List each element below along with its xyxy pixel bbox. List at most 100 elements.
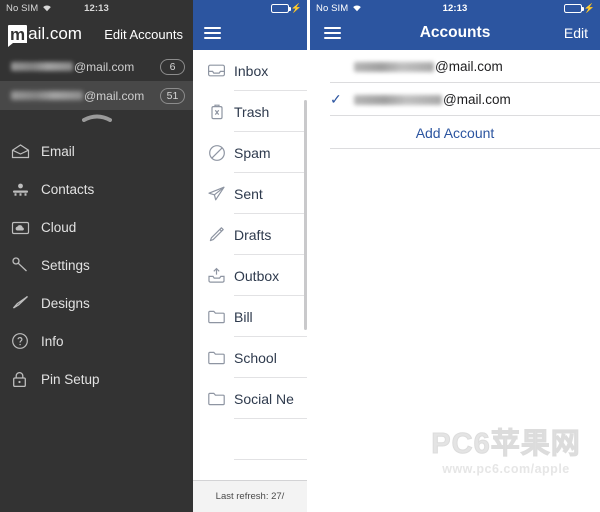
sidebar-item-info[interactable]: Info xyxy=(0,322,193,360)
drawer-account-email-2: @mail.com xyxy=(11,89,144,103)
folder-row-spam[interactable]: Spam xyxy=(193,132,307,173)
logo-wordmark: ail.com xyxy=(28,24,82,43)
contacts-icon xyxy=(11,182,41,197)
sidebar-item-label: Cloud xyxy=(41,219,77,235)
sidebar-item-cloud[interactable]: Cloud xyxy=(0,208,193,246)
folder-row-drafts[interactable]: Drafts xyxy=(193,214,307,255)
masked-username xyxy=(354,94,442,105)
folder-label: Bill xyxy=(234,308,253,325)
folder-label: Social Ne xyxy=(234,390,294,407)
folder-row-bill[interactable]: Bill xyxy=(193,296,307,337)
unread-badge: 6 xyxy=(160,58,185,75)
account-row-2[interactable]: ✓ @mail.com xyxy=(310,83,600,116)
status-time-right: 12:13 xyxy=(442,2,468,14)
folder-icon xyxy=(199,309,234,324)
status-time-left: 12:13 xyxy=(84,2,109,14)
folder-row-outbox[interactable]: Outbox xyxy=(193,255,307,296)
folder-label: Outbox xyxy=(234,267,280,284)
envelope-open-icon xyxy=(11,143,41,159)
sidebar-item-email[interactable]: Email xyxy=(0,132,193,170)
question-circle-icon xyxy=(11,332,41,350)
account-domain: @mail.com xyxy=(435,59,503,74)
folder-label: Trash xyxy=(234,103,270,120)
no-entry-icon xyxy=(199,144,234,162)
collapse-handle-icon[interactable] xyxy=(0,110,193,124)
last-refresh-footer: Last refresh: 27/ xyxy=(193,480,307,512)
drawer-nav-list: Email Contacts Cloud Settings Designs In… xyxy=(0,124,193,398)
masked-username xyxy=(11,62,73,71)
edit-accounts-button[interactable]: Edit Accounts xyxy=(104,27,183,42)
account-domain: @mail.com xyxy=(443,92,511,107)
account-row-1[interactable]: @mail.com xyxy=(310,50,600,83)
sidebar-item-label: Info xyxy=(41,333,64,349)
lock-icon xyxy=(11,371,41,388)
folder-label: Spam xyxy=(234,144,271,161)
inbox-icon xyxy=(199,63,234,78)
folder-label: Inbox xyxy=(234,62,269,79)
charging-bolt-icon: ⚡ xyxy=(290,2,302,13)
paper-plane-icon xyxy=(199,185,234,202)
folder-row-social-network[interactable]: Social Ne xyxy=(193,378,307,419)
mailcom-logo: m ail.com xyxy=(8,24,82,47)
page-title: Accounts xyxy=(419,24,491,41)
drawer-account-row-1[interactable]: @mail.com 6 xyxy=(0,52,193,81)
charging-bolt-icon: ⚡ xyxy=(583,2,595,13)
edit-button[interactable]: Edit xyxy=(564,25,588,41)
status-bar-right-group-mid: ⚡ xyxy=(270,0,302,16)
drawer-brand-bar: m ail.com Edit Accounts xyxy=(0,16,193,52)
battery-charging-icon xyxy=(563,3,584,13)
trash-icon xyxy=(199,103,234,120)
folder-label: Sent xyxy=(234,185,263,202)
sidebar-item-label: Designs xyxy=(41,295,90,311)
folder-icon xyxy=(199,391,234,406)
sidebar-item-label: Email xyxy=(41,143,75,159)
folder-row-empty xyxy=(193,419,307,460)
folder-icon xyxy=(199,350,234,365)
folder-label: Drafts xyxy=(234,226,272,243)
folder-list[interactable]: Inbox Trash Spam Sent Drafts Outbox Bill… xyxy=(193,50,307,512)
sidebar-item-designs[interactable]: Designs xyxy=(0,284,193,322)
sidebar-item-label: Settings xyxy=(41,257,90,273)
drawer-panel: No SIM 12:13 m ail.com Edit Accounts @ma… xyxy=(0,0,193,512)
status-bar-right: No SIM 12:13 ⚡ xyxy=(310,0,600,16)
account-domain: @mail.com xyxy=(74,59,135,74)
watermark-title: PC6苹果网 xyxy=(431,428,581,460)
status-bar-left: No SIM 12:13 xyxy=(0,0,193,16)
paintbrush-icon xyxy=(11,295,41,311)
outbox-icon xyxy=(199,267,234,284)
hamburger-icon[interactable] xyxy=(204,27,221,39)
battery-charging-icon xyxy=(270,3,291,13)
accounts-nav-bar: Accounts Edit xyxy=(310,16,600,50)
sidebar-item-settings[interactable]: Settings xyxy=(0,246,193,284)
sidebar-item-label: Contacts xyxy=(41,181,95,197)
drawer-account-row-2[interactable]: @mail.com 51 xyxy=(0,81,193,110)
accounts-panel: No SIM 12:13 ⚡ Accounts Edit @mail.com ✓… xyxy=(310,0,600,512)
status-bar-mid: ⚡ xyxy=(193,0,307,16)
sidebar-item-pin-setup[interactable]: Pin Setup xyxy=(0,360,193,398)
folder-row-trash[interactable]: Trash xyxy=(193,91,307,132)
screenshot-root: No SIM 12:13 m ail.com Edit Accounts @ma… xyxy=(0,0,600,512)
watermark-url: www.pc6.com/apple xyxy=(442,462,570,476)
masked-username xyxy=(11,91,83,100)
wrench-icon xyxy=(11,257,41,273)
add-account-button[interactable]: Add Account xyxy=(310,116,600,149)
pencil-icon xyxy=(199,226,234,243)
logo-m-mark: m xyxy=(8,25,28,47)
folders-panel: ⚡ Inbox Trash Spam Sent Drafts Outbox Bi… xyxy=(193,0,307,512)
checkmark-icon: ✓ xyxy=(330,91,342,107)
masked-username xyxy=(354,61,434,72)
folders-nav-bar xyxy=(193,16,307,50)
status-bar-right-group: ⚡ xyxy=(563,0,595,16)
sidebar-item-contacts[interactable]: Contacts xyxy=(0,170,193,208)
account-domain: @mail.com xyxy=(84,88,145,103)
scrollbar[interactable] xyxy=(304,100,307,330)
watermark: PC6苹果网 www.pc6.com/apple xyxy=(418,428,594,476)
folder-row-sent[interactable]: Sent xyxy=(193,173,307,214)
folder-row-school[interactable]: School xyxy=(193,337,307,378)
drawer-account-email-1: @mail.com xyxy=(11,60,134,74)
cloud-folder-icon xyxy=(11,220,41,235)
unread-badge: 51 xyxy=(160,87,185,104)
folder-row-inbox[interactable]: Inbox xyxy=(193,50,307,91)
folder-label: School xyxy=(234,349,277,366)
sidebar-item-label: Pin Setup xyxy=(41,371,100,387)
